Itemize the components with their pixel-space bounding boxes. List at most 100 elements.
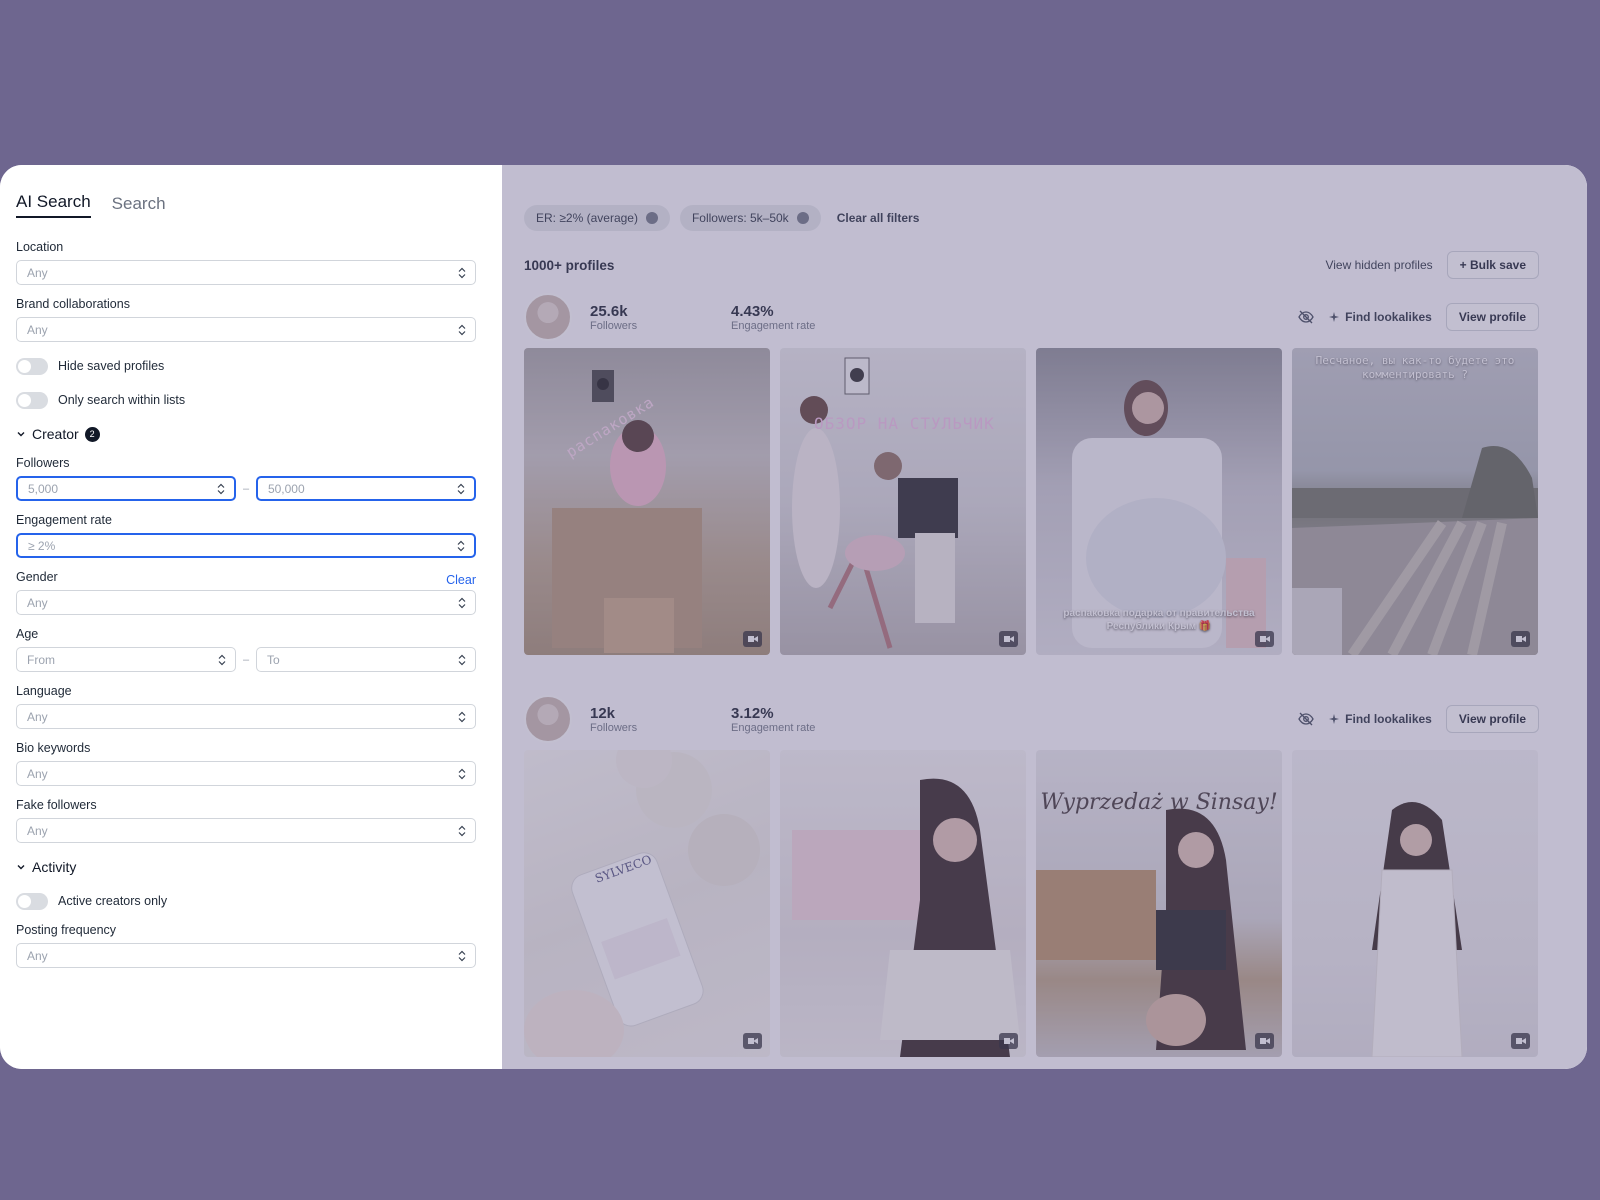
post-overlay-text: ОБЗОР НА СТУЛЬЧИК [814, 414, 995, 433]
followers-max-input[interactable]: 50,000 [255, 476, 476, 501]
video-icon [1511, 631, 1530, 647]
video-icon [1255, 631, 1274, 647]
range-dash: – [242, 482, 250, 495]
profile-actions: Find lookalikes View profile [1297, 303, 1539, 331]
gender-value: Any [27, 595, 48, 610]
remove-chip-icon[interactable] [645, 212, 658, 224]
find-lookalikes-button[interactable]: Find lookalikes [1329, 310, 1432, 324]
age-to-value: To [266, 652, 280, 667]
engagement-filter: Engagement rate ≥ 2% [16, 513, 476, 558]
chevron-down-icon [17, 432, 25, 437]
clear-all-filters-link[interactable]: Clear all filters [837, 211, 920, 225]
location-value: Any [27, 265, 48, 280]
followers-filter: Followers 5,000 – 50,000 [16, 456, 476, 501]
age-label: Age [16, 627, 39, 641]
active-only-toggle[interactable] [16, 892, 48, 910]
followers-value: 25.6k [590, 302, 628, 320]
filter-chip-er[interactable]: ER: ≥2% (average) [524, 205, 670, 231]
post-image [792, 778, 1020, 1057]
bio-select[interactable]: Any [16, 761, 476, 786]
hide-saved-toggle[interactable] [16, 357, 48, 375]
tab-search[interactable]: Search [112, 194, 166, 218]
creator-title: Creator [32, 426, 79, 442]
post-thumbnail[interactable]: SYLVECO [524, 750, 770, 1057]
view-hidden-profiles-link[interactable]: View hidden profiles [1325, 258, 1432, 272]
engagement-caption: Engagement rate [731, 721, 816, 734]
sparkle-icon [1329, 714, 1340, 724]
age-from-select[interactable]: From [16, 647, 237, 672]
profile-card: 25.6k Followers 4.43% Engagement rate Fi… [524, 293, 1539, 655]
eye-off-icon[interactable] [1297, 308, 1315, 326]
post-grid: SYLVECO Wyprzedaż w Sinsay! [524, 750, 1539, 1057]
followers-value: 12k [590, 704, 616, 722]
gender-label: Gender [16, 570, 58, 584]
fake-select[interactable]: Any [16, 818, 476, 843]
post-thumbnail[interactable]: распаковка [524, 348, 770, 655]
within-lists-toggle[interactable] [16, 391, 48, 409]
updown-chevron-icon [458, 654, 466, 665]
updown-chevron-icon [458, 950, 466, 961]
gender-select[interactable]: Any [16, 590, 476, 615]
followers-label: Followers [16, 456, 70, 470]
updown-chevron-icon [458, 597, 466, 608]
results-count: 1000+ profiles [524, 257, 615, 273]
age-to-select[interactable]: To [255, 647, 476, 672]
active-only-label: Active creators only [58, 894, 168, 908]
post-thumbnail[interactable]: Песчаное, вы как-то будете это комментир… [1292, 348, 1538, 655]
post-thumbnail[interactable]: ОБЗОР НА СТУЛЬЧИК [780, 348, 1026, 655]
avatar[interactable] [524, 293, 572, 341]
bulk-save-button[interactable]: + Bulk save [1446, 251, 1539, 279]
brand-select[interactable]: Any [16, 317, 476, 342]
engagement-select[interactable]: ≥ 2% [16, 533, 476, 558]
post-thumbnail[interactable]: распаковка подарка от правительства Респ… [1036, 348, 1282, 655]
results-panel: ER: ≥2% (average) Followers: 5k–50k Clea… [502, 165, 1587, 1069]
profile-actions: Find lookalikes View profile [1297, 705, 1539, 733]
posting-filter: Posting frequency Any [16, 923, 476, 968]
filter-chip-followers[interactable]: Followers: 5k–50k [679, 205, 821, 231]
followers-caption: Followers [590, 721, 638, 734]
profile-header: 25.6k Followers 4.43% Engagement rate Fi… [524, 293, 1539, 341]
activity-section-header[interactable]: Activity [16, 855, 476, 879]
age-from-value: From [27, 652, 55, 667]
language-filter: Language Any [16, 684, 476, 729]
brand-filter: Brand collaborations Any [16, 297, 476, 342]
age-filter: Age From – To [16, 627, 476, 672]
search-tabs: AI Search Search [16, 190, 476, 218]
active-only-row: Active creators only [16, 889, 476, 913]
find-lookalikes-button[interactable]: Find lookalikes [1329, 712, 1432, 726]
updown-chevron-icon [457, 540, 465, 551]
post-thumbnail[interactable]: Wyprzedaż w Sinsay! [1036, 750, 1282, 1057]
remove-chip-icon[interactable] [796, 212, 809, 224]
view-profile-button[interactable]: View profile [1445, 303, 1539, 331]
find-lookalikes-label: Find lookalikes [1345, 712, 1432, 726]
posting-select[interactable]: Any [16, 943, 476, 968]
location-select[interactable]: Any [16, 260, 476, 285]
hide-saved-row: Hide saved profiles [16, 354, 476, 378]
video-icon [1255, 1033, 1274, 1049]
bio-label: Bio keywords [16, 741, 91, 755]
post-overlay-text: Песчаное, вы как-то будете это комментир… [1315, 354, 1515, 382]
engagement-stat: 3.12% Engagement rate [731, 705, 854, 734]
posting-value: Any [27, 948, 48, 963]
followers-stat: 25.6k Followers [590, 303, 713, 332]
video-icon [743, 1033, 762, 1049]
post-grid: распаковка ОБЗОР НА СТУЛЬЧИК распаковка … [524, 348, 1539, 655]
video-icon [999, 631, 1018, 647]
engagement-value: 3.12% [731, 704, 774, 722]
results-actions: View hidden profiles + Bulk save [1325, 251, 1539, 279]
avatar[interactable] [524, 695, 572, 743]
brand-value: Any [27, 322, 48, 337]
language-select[interactable]: Any [16, 704, 476, 729]
post-thumbnail[interactable] [780, 750, 1026, 1057]
creator-section-header[interactable]: Creator 2 [16, 422, 476, 446]
tab-ai-search[interactable]: AI Search [16, 192, 91, 218]
view-profile-button[interactable]: View profile [1445, 705, 1539, 733]
engagement-caption: Engagement rate [731, 319, 816, 332]
post-image [792, 357, 958, 649]
eye-off-icon[interactable] [1297, 710, 1315, 728]
post-thumbnail[interactable] [1292, 750, 1538, 1057]
gender-clear-link[interactable]: Clear [446, 573, 476, 587]
sparkle-icon [1329, 312, 1340, 322]
activity-title: Activity [32, 859, 77, 875]
followers-min-input[interactable]: 5,000 [16, 476, 237, 501]
